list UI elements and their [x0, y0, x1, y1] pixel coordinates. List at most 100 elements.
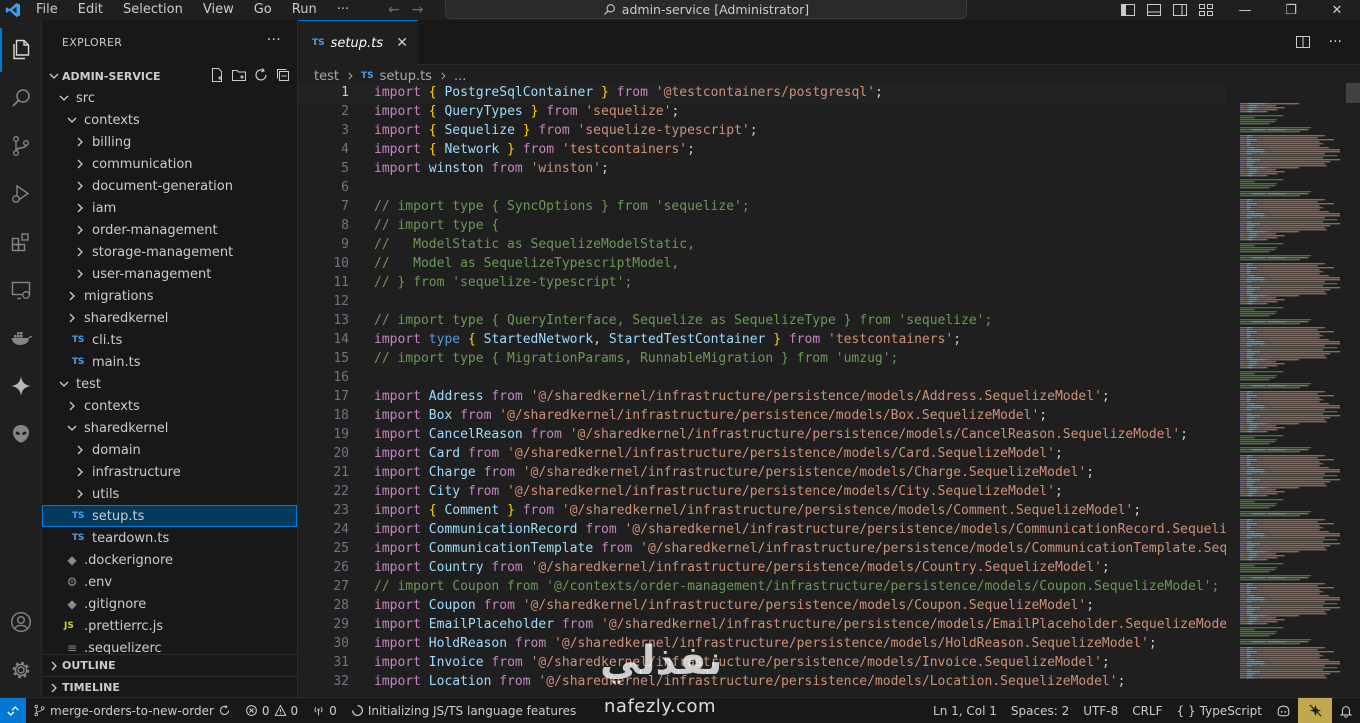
tree-file[interactable]: ⚙ .env [42, 571, 297, 593]
back-arrow-icon[interactable]: ← [388, 2, 400, 18]
tree-folder[interactable]: iam [42, 197, 297, 219]
tree-folder[interactable]: migrations [42, 285, 297, 307]
tree-file[interactable]: ◆ .gitignore [42, 593, 297, 615]
code-line[interactable]: 23 import { Comment } from '@/sharedkerne… [298, 501, 1226, 520]
code-line[interactable]: 26 import Country from '@/sharedkernel/in… [298, 558, 1226, 577]
toggle-primary-sidebar-icon[interactable] [1120, 2, 1136, 18]
code-line[interactable]: 2 import { QueryTypes } from 'sequelize'; [298, 102, 1226, 121]
remote-explorer-activity[interactable] [0, 268, 42, 312]
more-actions-icon[interactable]: ··· [267, 32, 281, 48]
tree-folder[interactable]: contexts [42, 395, 297, 417]
code-line[interactable]: 28 import Coupon from '@/sharedkernel/inf… [298, 596, 1226, 615]
branch-status[interactable]: merge-orders-to-new-order [26, 698, 238, 723]
code-line[interactable]: 18 import Box from '@/sharedkernel/infras… [298, 406, 1226, 425]
toggle-secondary-sidebar-icon[interactable] [1172, 2, 1188, 18]
menu-item[interactable]: Edit [68, 0, 113, 20]
notifications[interactable] [1332, 698, 1360, 723]
code-line[interactable]: 22 import City from '@/sharedkernel/infra… [298, 482, 1226, 501]
menu-item[interactable]: ··· [327, 0, 359, 20]
menu-item[interactable]: Go [244, 0, 282, 20]
ai-assistant-activity[interactable] [0, 364, 42, 408]
cursor-position[interactable]: Ln 1, Col 1 [926, 698, 1004, 723]
close-window-icon[interactable]: ✕ [1314, 0, 1360, 20]
code-line[interactable]: 8// import type { [298, 216, 1226, 235]
menu-item[interactable]: Selection [113, 0, 193, 20]
timeline-section[interactable]: TIMELINE [42, 676, 298, 698]
encoding[interactable]: UTF-8 [1076, 698, 1125, 723]
breadcrumb-symbol[interactable]: ... [454, 69, 466, 84]
tree-file[interactable]: TS cli.ts [42, 329, 297, 351]
tree-folder[interactable]: src [42, 87, 297, 109]
accounts-activity[interactable] [0, 600, 42, 644]
search-activity[interactable] [0, 76, 42, 120]
breadcrumb-file[interactable]: setup.ts [380, 69, 432, 84]
tree-file[interactable]: JS .prettierrc.js [42, 615, 297, 637]
tree-folder[interactable]: user-management [42, 263, 297, 285]
extensions-activity[interactable] [0, 220, 42, 264]
code-line[interactable]: 4 import { Network } from 'testcontainers… [298, 140, 1226, 159]
extension-status[interactable] [1298, 698, 1332, 723]
collapse-all-icon[interactable] [275, 67, 291, 83]
alien-extension-activity[interactable] [0, 412, 42, 456]
tree-folder[interactable]: document-generation [42, 175, 297, 197]
code-line[interactable]: 21 import Charge from '@/sharedkernel/inf… [298, 463, 1226, 482]
code-line[interactable]: 20 import Card from '@/sharedkernel/infra… [298, 444, 1226, 463]
customize-layout-icon[interactable] [1198, 2, 1214, 18]
tree-file[interactable]: ◆ .dockerignore [42, 549, 297, 571]
code-line[interactable]: 12 [298, 292, 1226, 311]
tree-folder[interactable]: test [42, 373, 297, 395]
tree-folder[interactable]: utils [42, 483, 297, 505]
new-folder-icon[interactable] [231, 67, 247, 83]
line-endings[interactable]: CRLF [1125, 698, 1169, 723]
code-line[interactable]: 19 import CancelReason from '@/sharedkern… [298, 425, 1226, 444]
code-line[interactable]: 5 import winston from 'winston'; [298, 159, 1226, 178]
code-line[interactable]: 7// import type { SyncOptions } from 'se… [298, 197, 1226, 216]
command-center-search[interactable]: admin-service [Administrator] [445, 0, 967, 19]
code-line[interactable]: 29 import EmailPlaceholder from '@/shared… [298, 615, 1226, 634]
sync-icon[interactable] [218, 704, 231, 717]
scrollbar-thumb[interactable] [1346, 83, 1360, 103]
code-line[interactable]: 6 [298, 178, 1226, 197]
code-line[interactable]: 10// Model as SequelizeTypescriptModel, [298, 254, 1226, 273]
breadcrumb-folder[interactable]: test [314, 69, 339, 84]
code-line[interactable]: 1 import { PostgreSqlContainer } from '@t… [298, 83, 1226, 103]
restore-icon[interactable]: ❐ [1268, 0, 1314, 20]
tree-folder[interactable]: sharedkernel [42, 417, 297, 439]
tab-setup-ts[interactable]: TS setup.ts ✕ [298, 20, 418, 65]
menu-item[interactable]: Run [282, 0, 327, 20]
tree-folder[interactable]: contexts [42, 109, 297, 131]
editor-more-actions-icon[interactable]: ··· [1329, 34, 1342, 50]
code-line[interactable]: 16 [298, 368, 1226, 387]
tree-folder[interactable]: communication [42, 153, 297, 175]
tree-folder[interactable]: billing [42, 131, 297, 153]
code-line[interactable]: 11// } from 'sequelize-typescript'; [298, 273, 1226, 292]
code-line[interactable]: 14 import type { StartedNetwork, StartedT… [298, 330, 1226, 349]
menu-item[interactable]: View [193, 0, 244, 20]
menu-item[interactable]: File [26, 0, 68, 20]
manage-activity[interactable] [0, 648, 42, 692]
tree-folder[interactable]: domain [42, 439, 297, 461]
copilot-status[interactable] [1269, 698, 1298, 723]
tree-file[interactable]: TS main.ts [42, 351, 297, 373]
source-control-activity[interactable] [0, 124, 42, 168]
code-line[interactable]: 31 import Invoice from '@/sharedkernel/in… [298, 653, 1226, 672]
outline-section[interactable]: OUTLINE [42, 654, 298, 676]
toggle-panel-icon[interactable] [1146, 2, 1162, 18]
problems-status[interactable]: 0 0 [238, 698, 305, 723]
ports-status[interactable]: 0 [305, 698, 344, 723]
code-line[interactable]: 24 import CommunicationRecord from '@/sha… [298, 520, 1226, 539]
code-line[interactable]: 3 import { Sequelize } from 'sequelize-ty… [298, 121, 1226, 140]
code-line[interactable]: 9// ModelStatic as SequelizeModelStatic, [298, 235, 1226, 254]
split-editor-icon[interactable] [1295, 34, 1311, 50]
language-task-status[interactable]: Initializing JS/TS language features [344, 698, 583, 723]
code-line[interactable]: 27// import Coupon from '@/contexts/orde… [298, 577, 1226, 596]
run-debug-activity[interactable] [0, 172, 42, 216]
language-mode[interactable]: { } TypeScript [1170, 698, 1269, 723]
refresh-icon[interactable] [253, 67, 269, 83]
code-line[interactable]: 17 import Address from '@/sharedkernel/in… [298, 387, 1226, 406]
code-line[interactable]: 32 import Location from '@/sharedkernel/i… [298, 672, 1226, 691]
explorer-activity[interactable] [0, 28, 42, 72]
tree-folder[interactable]: order-management [42, 219, 297, 241]
minimize-icon[interactable]: — [1222, 0, 1268, 20]
tree-folder[interactable]: sharedkernel [42, 307, 297, 329]
